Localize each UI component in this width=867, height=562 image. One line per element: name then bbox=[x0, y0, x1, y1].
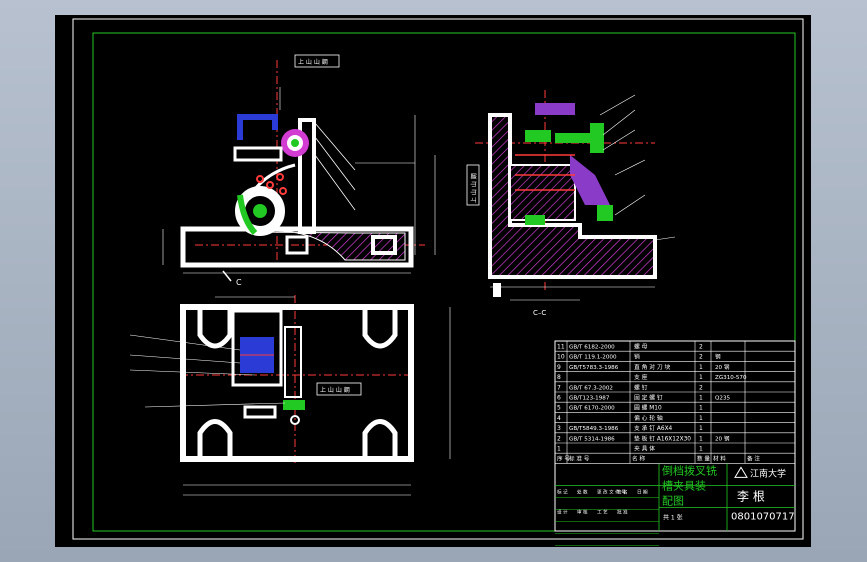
university-name: 江南大学 bbox=[750, 467, 786, 479]
drawing-title-line2: 槽夹具装 bbox=[662, 479, 706, 492]
front-view: 上 山 山 鋼 C bbox=[162, 54, 436, 287]
author-name: 李 根 bbox=[737, 488, 765, 503]
parts-row-name: 垫 板 钉 A16X12X30 bbox=[634, 434, 691, 442]
parts-header-cell: 标 准 号 bbox=[569, 455, 590, 463]
cad-drawing: 上 山 山 鋼 C 上 山 山 鋼 C–C 上 山 山 鋼 11 GB/T 61… bbox=[72, 18, 804, 546]
parts-row-name: 销 bbox=[634, 353, 640, 361]
parts-row-no: 6 bbox=[557, 395, 561, 402]
parts-row-no: 1 bbox=[557, 446, 561, 453]
parts-row-no: 3 bbox=[557, 425, 561, 432]
parts-row-name: 夹 具 体 bbox=[634, 445, 655, 453]
parts-row-standard: GB/T 119.1-2000 bbox=[569, 355, 617, 361]
parts-header-cell: 材 料 bbox=[713, 455, 726, 463]
parts-row-material: 20 钢 bbox=[715, 363, 730, 371]
top-dimension-tag-text: 上 山 山 鋼 bbox=[298, 58, 328, 66]
parts-row-qty: 1 bbox=[699, 364, 703, 371]
parts-row-no: 10 bbox=[557, 354, 565, 361]
parts-row-name: 圆 螺 M10 bbox=[634, 404, 662, 412]
title-block-small-label: 工 艺 bbox=[597, 509, 608, 515]
parts-row-qty: 1 bbox=[699, 435, 703, 442]
title-block-small-label: 审 核 bbox=[577, 508, 588, 515]
parts-row-standard: GB/T 67.3-2002 bbox=[569, 385, 613, 391]
section-label: C–C bbox=[533, 309, 546, 317]
title-block-small-label: 签 名 bbox=[617, 488, 628, 495]
title-block-small-label: 设 计 bbox=[557, 508, 568, 515]
university-logo-icon bbox=[734, 466, 748, 478]
section-arrow-label: C bbox=[236, 278, 242, 287]
parts-row-material: Q235 bbox=[715, 396, 731, 402]
parts-header-cell: 备 注 bbox=[747, 455, 760, 463]
parts-row-no: 11 bbox=[557, 344, 565, 351]
parts-row-qty: 2 bbox=[699, 344, 703, 351]
drawing-title-line3: 配图 bbox=[662, 494, 684, 507]
parts-row-name: 支 座 bbox=[634, 373, 648, 381]
plan-view: 上 山 山 鋼 bbox=[129, 295, 451, 496]
parts-row-standard: GB/T123-1987 bbox=[569, 396, 610, 402]
drawing-title-line1: 倒档拨叉铣 bbox=[662, 463, 717, 477]
parts-row-qty: 1 bbox=[699, 425, 703, 432]
parts-row-qty: 1 bbox=[699, 446, 703, 453]
parts-row-qty: 1 bbox=[699, 415, 703, 422]
parts-row-name: 螺 母 bbox=[634, 343, 648, 351]
parts-row-material: ZG310-570 bbox=[715, 375, 747, 381]
title-block: 11 GB/T 6182-2000 螺 母 210 GB/T 119.1-2000 销 2 钢… bbox=[554, 340, 796, 546]
parts-row-name: 螺 钉 bbox=[634, 383, 648, 391]
parts-row-standard: GB/T 5314-1986 bbox=[569, 436, 615, 442]
student-id: 0801070717 bbox=[731, 511, 795, 522]
parts-row-no: 7 bbox=[557, 384, 561, 391]
title-block-small-label: 标 记 bbox=[557, 488, 568, 495]
parts-row-no: 8 bbox=[557, 374, 561, 381]
parts-row-no: 4 bbox=[557, 415, 561, 422]
parts-row-no: 5 bbox=[557, 405, 561, 412]
cad-viewport[interactable]: 上 山 山 鋼 C 上 山 山 鋼 C–C 上 山 山 鋼 11 GB/T 61… bbox=[55, 15, 811, 547]
parts-row-no: 9 bbox=[557, 364, 561, 371]
parts-row-qty: 2 bbox=[699, 384, 703, 391]
parts-row-standard: GB/T 6182-2000 bbox=[569, 345, 615, 351]
title-block-small-label: 日 期 bbox=[637, 489, 648, 495]
title-block-small-label: 批 准 bbox=[617, 508, 628, 515]
parts-row-qty: 1 bbox=[699, 395, 703, 402]
parts-row-name: 支 承 钉 A6X4 bbox=[634, 424, 673, 432]
title-block-small-label: 处 数 bbox=[577, 488, 588, 495]
section-view: 上 山 山 鋼 C–C bbox=[466, 90, 676, 317]
sheet-info: 共 1 张 bbox=[663, 513, 683, 521]
parts-header-cell: 名 称 bbox=[632, 455, 645, 463]
parts-row-standard: GB/T5849.3-1986 bbox=[569, 426, 619, 432]
bottom-dimension-tag: 上 山 山 鋼 bbox=[320, 386, 350, 394]
parts-row-name: 固 定 螺 钉 bbox=[634, 394, 663, 402]
parts-row-standard: GB/T5783.3-1986 bbox=[569, 365, 619, 371]
parts-row-material: 20 钢 bbox=[715, 434, 730, 442]
parts-row-material: 钢 bbox=[715, 353, 721, 361]
side-dimension-tag: 上 山 山 鋼 bbox=[470, 173, 478, 203]
parts-header-cell: 数 量 bbox=[697, 455, 710, 463]
parts-row-qty: 1 bbox=[699, 405, 703, 412]
parts-row-no: 2 bbox=[557, 435, 561, 442]
parts-row-name: 直 角 对 刀 块 bbox=[634, 363, 671, 371]
parts-row-qty: 2 bbox=[699, 354, 703, 361]
parts-row-qty: 1 bbox=[699, 374, 703, 381]
parts-row-name: 偏 心 轮 轴 bbox=[634, 414, 663, 422]
parts-row-standard: GB/T 6170-2000 bbox=[569, 406, 615, 412]
